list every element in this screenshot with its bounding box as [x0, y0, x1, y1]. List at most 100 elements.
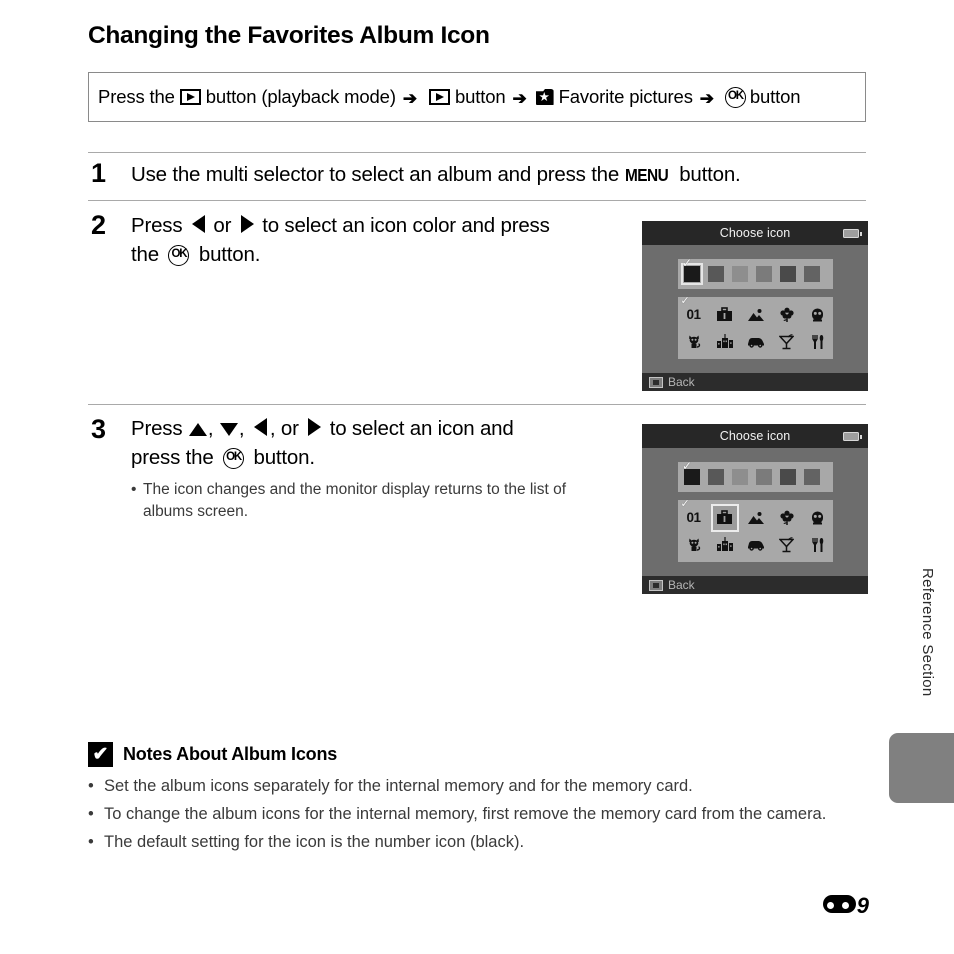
step-3-text-f: press the [131, 446, 214, 469]
page-number: 9 [856, 893, 869, 918]
icon-cell-face[interactable] [806, 303, 830, 327]
icon-cell-number[interactable]: ✓ 01 [681, 295, 706, 327]
icon-cell-cat[interactable] [682, 330, 706, 354]
face-icon [812, 511, 823, 525]
color-swatch-panel[interactable]: ✓ [678, 257, 833, 289]
camera-screen-header: Choose icon [642, 221, 868, 245]
step-1-text: Use the multi selector to select an albu… [131, 160, 866, 190]
icon-cell-number[interactable]: ✓ 01 [681, 498, 706, 530]
check-icon: ✓ [682, 256, 693, 270]
mountain-icon [747, 511, 764, 524]
note-item: • The default setting for the icon is th… [88, 830, 848, 855]
camera-screen-body-2: ✓ ✓ 01 [642, 448, 868, 576]
cocktail-icon [779, 536, 794, 552]
step-3-bullets: • The icon changes and the monitor displ… [131, 479, 601, 524]
color-swatch-0[interactable]: ✓ [681, 257, 703, 285]
cat-icon [688, 335, 700, 348]
arrow-right-icon [240, 215, 254, 233]
icon-cell-car[interactable] [744, 330, 768, 354]
playback-button-icon [179, 89, 201, 105]
color-swatch-2[interactable] [732, 469, 748, 485]
step-2-text: Press or to select an icon color and pre… [131, 211, 626, 269]
color-swatch-5[interactable] [804, 266, 820, 282]
side-section-tab [889, 733, 954, 803]
buildings-icon [716, 537, 733, 551]
icon-grid-panel-2[interactable]: ✓ 01 [678, 498, 833, 562]
color-swatch-1[interactable] [708, 469, 724, 485]
color-swatch-4[interactable] [780, 469, 796, 485]
check-icon: ✓ [680, 497, 690, 510]
camera-screen-footer[interactable]: Back [642, 373, 868, 391]
color-swatch-0[interactable]: ✓ [682, 460, 700, 485]
flower-icon [779, 510, 794, 525]
check-icon: ✓ [682, 459, 693, 473]
step-3-number: 3 [91, 414, 107, 444]
icon-grid-panel[interactable]: ✓ 01 [678, 295, 833, 359]
breadcrumb-seg3-label: Favorite pictures [558, 86, 693, 107]
icon-cell-buildings[interactable] [713, 330, 737, 354]
divider-step3 [88, 404, 866, 405]
arrow-up-icon [188, 423, 207, 436]
note-text: To change the album icons for the intern… [104, 805, 827, 823]
camera-screen-footer-2[interactable]: Back [642, 576, 868, 594]
arrow-icon-2: ➔ [512, 88, 527, 108]
side-section-label: Reference Section [919, 568, 936, 697]
color-swatch-2[interactable] [732, 266, 748, 282]
icon-cell-cocktail[interactable] [775, 330, 799, 354]
note-item: • To change the album icons for the inte… [88, 802, 848, 827]
icon-cell-mountain[interactable] [744, 506, 768, 530]
icon-cell-mountain[interactable] [744, 303, 768, 327]
color-swatch-3[interactable] [756, 266, 772, 282]
notes-title: Notes About Album Icons [123, 744, 338, 764]
camera-screen-header-2: Choose icon [642, 424, 868, 448]
color-swatch-3[interactable] [756, 469, 772, 485]
camera-screen-title: Choose icon [719, 226, 791, 240]
step-2-text-e: button. [198, 243, 261, 266]
divider-step1 [88, 152, 866, 153]
icon-cell-car[interactable] [744, 533, 768, 557]
notes-list: • Set the album icons separately for the… [88, 774, 848, 858]
step-1-text-a: Use the multi selector to select an albu… [131, 163, 620, 186]
back-label: Back [668, 375, 695, 389]
color-swatch-5[interactable] [804, 469, 820, 485]
arrow-icon-1: ➔ [402, 88, 417, 108]
color-swatch-1[interactable] [708, 266, 724, 282]
bullet-text: The icon changes and the monitor display… [143, 481, 567, 520]
bullet-dot: • [88, 833, 94, 851]
step-3-text-g: button. [253, 446, 315, 469]
icon-cell-briefcase[interactable] [713, 303, 737, 327]
favorite-pictures-icon [536, 88, 554, 106]
breadcrumb-seg1-label: button (playback mode) [205, 86, 396, 107]
menu-button-icon: MENU [624, 165, 669, 185]
step-3-text-d: , or [269, 417, 299, 440]
step-3-text: Press , , , or to select an icon and pre… [131, 414, 626, 472]
color-swatch-panel-2[interactable]: ✓ [678, 460, 833, 492]
caution-check-icon [88, 742, 113, 767]
icon-grid-row-1: ✓ 01 [678, 295, 833, 328]
note-text: The default setting for the icon is the … [104, 833, 525, 851]
arrow-right-icon [308, 418, 322, 436]
icon-cell-buildings[interactable] [713, 533, 737, 557]
icon-cell-cutlery[interactable] [806, 533, 830, 557]
notes-header: Notes About Album Icons [88, 742, 337, 767]
icon-cell-face[interactable] [806, 506, 830, 530]
arrow-left-icon [191, 215, 205, 233]
battery-icon-2 [843, 432, 862, 441]
step-3-text-c: , [238, 417, 245, 440]
breadcrumb-seg2-label: button [454, 86, 506, 107]
back-button-icon [649, 376, 663, 388]
icon-cell-cat[interactable] [682, 533, 706, 557]
icon-cell-cocktail[interactable] [775, 533, 799, 557]
bullet-dot: • [88, 777, 94, 795]
car-icon [747, 541, 764, 551]
flower-icon [779, 307, 794, 322]
icon-cell-flower[interactable] [775, 506, 799, 530]
check-icon: ✓ [680, 294, 690, 307]
cat-icon [688, 538, 700, 551]
icon-cell-flower[interactable] [775, 303, 799, 327]
icon-cell-cutlery[interactable] [806, 330, 830, 354]
breadcrumb: Press the button (playback mode) ➔ butto… [88, 72, 866, 122]
ok-button-icon-step2 [168, 245, 190, 266]
color-swatch-4[interactable] [780, 266, 796, 282]
icon-cell-briefcase[interactable] [710, 503, 739, 532]
